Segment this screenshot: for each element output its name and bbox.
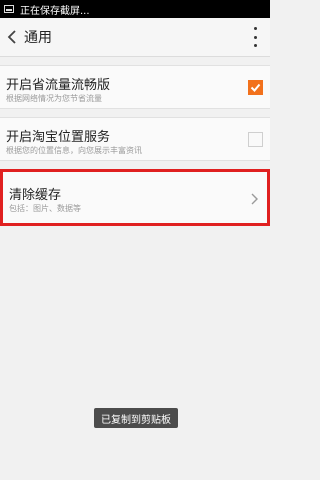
- setting-title: 清除缓存: [9, 188, 62, 203]
- status-bar: 正在保存截屏...: [0, 0, 270, 18]
- chevron-right-icon: [251, 193, 258, 205]
- setting-location-service[interactable]: 开启淘宝位置服务 根据您的位置信息，向您展示丰富资讯: [0, 117, 270, 161]
- setting-subtitle: 包括：图片、数据等: [9, 204, 81, 213]
- setting-clear-cache[interactable]: 清除缓存 包括：图片、数据等: [0, 169, 270, 226]
- toast-message: 已复制到剪贴板: [94, 408, 178, 428]
- page-title: 通用: [24, 30, 52, 46]
- overflow-menu-icon[interactable]: [252, 27, 258, 47]
- check-icon: [250, 83, 261, 92]
- save-traffic-checkbox[interactable]: [248, 80, 263, 95]
- setting-save-traffic[interactable]: 开启省流量流畅版 根据网络情况为您节省流量: [0, 65, 270, 109]
- setting-title: 开启淘宝位置服务: [6, 130, 111, 145]
- back-button[interactable]: [2, 18, 22, 56]
- screenshot-image-icon: [4, 5, 14, 13]
- setting-title: 开启省流量流畅版: [6, 78, 111, 93]
- app-bar: 通用: [0, 18, 270, 57]
- location-service-checkbox[interactable]: [248, 132, 263, 147]
- chevron-left-icon: [7, 30, 16, 44]
- setting-subtitle: 根据您的位置信息，向您展示丰富资讯: [6, 146, 142, 155]
- status-text: 正在保存截屏...: [20, 5, 90, 17]
- setting-subtitle: 根据网络情况为您节省流量: [6, 94, 102, 103]
